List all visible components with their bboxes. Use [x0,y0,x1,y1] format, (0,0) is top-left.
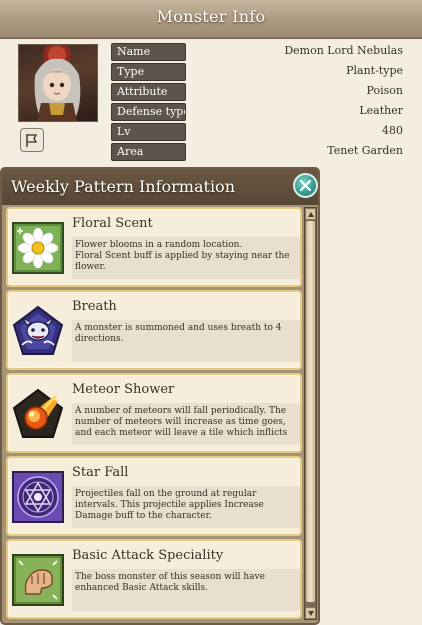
basic-attack-speciality-icon [12,554,64,606]
info-value: 480 [382,124,403,137]
pattern-description: Projectiles fall on the ground at regula… [72,486,300,528]
pattern-card-star-fall: Star Fall Projectiles fall on the ground… [6,456,302,536]
pattern-name: Floral Scent [72,216,153,231]
info-value: Tenet Garden [327,144,403,157]
info-value: Plant-type [346,64,403,77]
info-row-type: Type Plant-type [111,63,403,81]
flag-icon [26,134,38,147]
close-button[interactable] [293,173,318,198]
pattern-description: A monster is summoned and uses breath to… [72,320,300,362]
pattern-card-meteor-shower: Meteor Shower A number of meteors will f… [6,373,302,453]
scroll-up-button[interactable] [305,208,316,220]
info-label: Lv [111,123,186,141]
info-row-name: Name Demon Lord Nebulas [111,43,403,61]
pattern-card-floral-scent: Floral Scent Flower blooms in a random l… [6,207,302,287]
scroll-down-button[interactable] [305,607,316,619]
arrow-up-icon [308,212,314,217]
close-icon [299,179,312,192]
info-row-area: Area Tenet Garden [111,143,403,161]
pattern-description: The boss monster of this season will hav… [72,569,300,611]
info-row-level: Lv 480 [111,123,403,141]
breath-icon [12,305,64,355]
info-label: Defense type [111,103,186,121]
info-label: Name [111,43,186,61]
star-fall-icon [12,471,64,523]
info-value: Poison [366,84,403,97]
pattern-description: Flower blooms in a random location. Flor… [72,237,300,279]
info-label: Attribute [111,83,186,101]
info-value: Leather [359,104,403,117]
flag-button[interactable] [20,128,44,152]
pattern-name: Breath [72,299,117,314]
pattern-name: Basic Attack Speciality [72,548,224,563]
pattern-name: Meteor Shower [72,382,175,397]
info-label: Area [111,143,186,161]
info-value: Demon Lord Nebulas [284,44,403,57]
pattern-list[interactable]: Floral Scent Flower blooms in a random l… [6,207,302,619]
weekly-pattern-header: Weekly Pattern Information [2,169,318,205]
pattern-list-scrollbar[interactable] [304,207,317,620]
scroll-thumb[interactable] [306,221,315,602]
info-row-defense-type: Defense type Leather [111,103,403,121]
arrow-down-icon [308,611,314,616]
meteor-shower-icon [12,388,64,438]
info-row-attribute: Attribute Poison [111,83,403,101]
monster-portrait [18,44,98,122]
pattern-name: Star Fall [72,465,129,480]
monster-info-header: Monster Info [0,0,422,39]
pattern-card-breath: Breath A monster is summoned and uses br… [6,290,302,370]
weekly-pattern-panel: Weekly Pattern Information Floral Scent … [0,167,320,625]
weekly-pattern-title: Weekly Pattern Information [11,177,235,196]
pattern-description: A number of meteors will fall periodical… [72,403,300,445]
pattern-card-basic-attack-speciality: Basic Attack Speciality The boss monster… [6,539,302,619]
floral-scent-icon [12,222,64,274]
info-label: Type [111,63,186,81]
monster-info-title: Monster Info [156,7,266,26]
